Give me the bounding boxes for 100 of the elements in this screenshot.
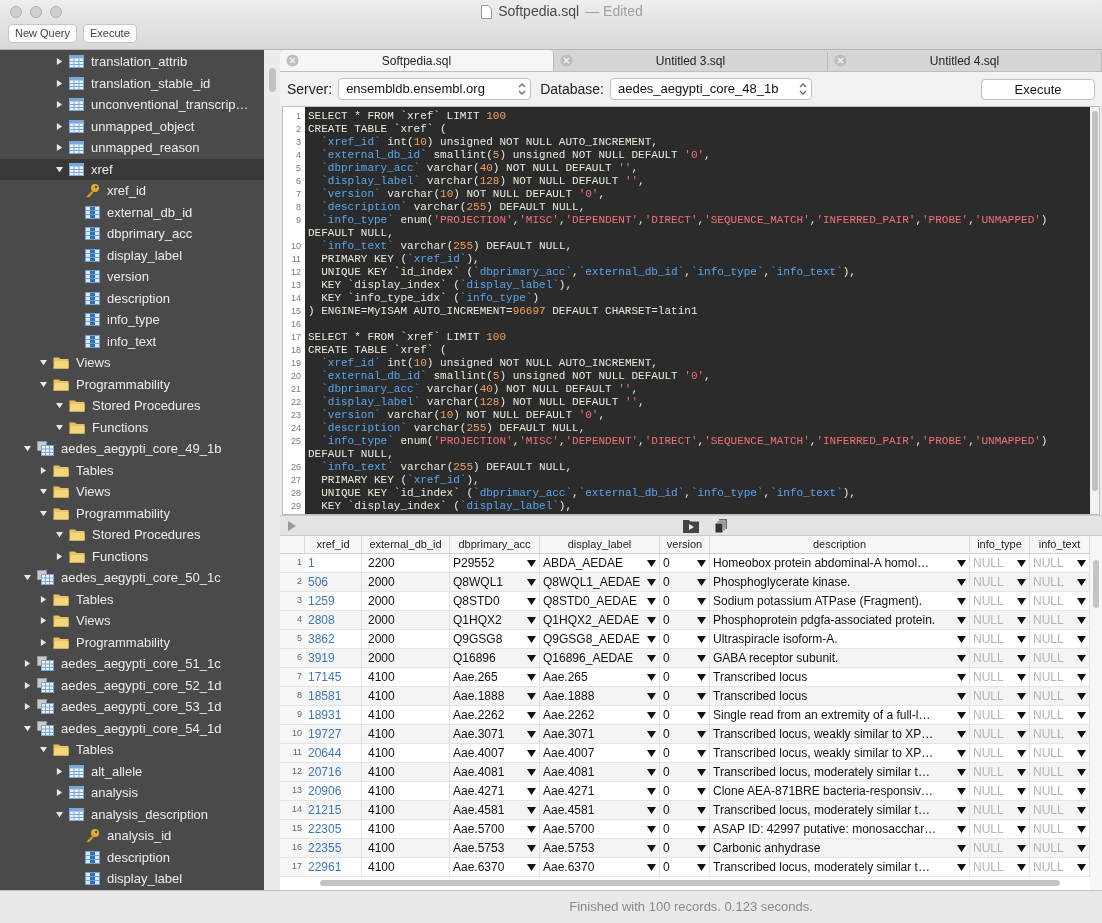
caret-icon[interactable] xyxy=(647,558,656,567)
caret-icon[interactable] xyxy=(1017,672,1026,681)
tree-item[interactable]: Programmability xyxy=(0,631,264,653)
tab[interactable]: Untitled 4.sql xyxy=(828,50,1102,71)
caret-icon[interactable] xyxy=(647,596,656,605)
caret-icon[interactable] xyxy=(1077,691,1086,700)
caret-icon[interactable] xyxy=(957,862,966,871)
tree-item[interactable]: Functions xyxy=(0,416,264,438)
tree-item[interactable]: unconventional_transcrip… xyxy=(0,94,264,116)
caret-icon[interactable] xyxy=(1077,748,1086,757)
column-header[interactable]: version xyxy=(666,536,703,553)
tree-item[interactable]: Tables xyxy=(0,459,264,481)
caret-icon[interactable] xyxy=(527,596,536,605)
tree-item[interactable]: unmapped_object xyxy=(0,115,264,137)
caret-icon[interactable] xyxy=(647,672,656,681)
caret-icon[interactable] xyxy=(1077,710,1086,719)
caret-icon[interactable] xyxy=(527,615,536,624)
copy-icon[interactable] xyxy=(714,517,728,534)
caret-icon[interactable] xyxy=(647,862,656,871)
caret-icon[interactable] xyxy=(697,653,706,662)
tree-item[interactable]: translation_stable_id xyxy=(0,72,264,94)
caret-icon[interactable] xyxy=(1077,843,1086,852)
caret-icon[interactable] xyxy=(1077,596,1086,605)
disclosure-triangle-icon[interactable] xyxy=(40,509,47,517)
caret-icon[interactable] xyxy=(697,748,706,757)
caret-icon[interactable] xyxy=(1077,634,1086,643)
tab[interactable]: Softpedia.sql xyxy=(280,50,554,71)
caret-icon[interactable] xyxy=(697,862,706,871)
tree-item[interactable]: Stored Procedures xyxy=(0,395,264,417)
caret-icon[interactable] xyxy=(527,653,536,662)
caret-icon[interactable] xyxy=(1077,767,1086,776)
disclosure-triangle-icon[interactable] xyxy=(24,574,31,582)
caret-icon[interactable] xyxy=(957,558,966,567)
column-header[interactable]: info_type xyxy=(977,536,1022,553)
caret-icon[interactable] xyxy=(697,672,706,681)
caret-icon[interactable] xyxy=(957,577,966,586)
tree-item[interactable]: version xyxy=(0,266,264,288)
caret-icon[interactable] xyxy=(957,596,966,605)
caret-icon[interactable] xyxy=(647,634,656,643)
caret-icon[interactable] xyxy=(527,729,536,738)
caret-icon[interactable] xyxy=(957,805,966,814)
tree-item[interactable]: analysis xyxy=(0,782,264,804)
caret-icon[interactable] xyxy=(697,805,706,814)
tree-item[interactable]: info_text xyxy=(0,330,264,352)
caret-icon[interactable] xyxy=(1077,558,1086,567)
column-header[interactable]: description xyxy=(812,536,867,553)
caret-icon[interactable] xyxy=(1017,729,1026,738)
disclosure-triangle-icon[interactable] xyxy=(56,402,63,410)
disclosure-triangle-icon[interactable] xyxy=(56,122,63,130)
caret-icon[interactable] xyxy=(647,786,656,795)
tree-item[interactable]: display_label xyxy=(0,868,264,890)
code-editor[interactable] xyxy=(305,107,1090,514)
caret-icon[interactable] xyxy=(1017,596,1026,605)
caret-icon[interactable] xyxy=(647,748,656,757)
caret-icon[interactable] xyxy=(697,710,706,719)
caret-icon[interactable] xyxy=(957,710,966,719)
caret-icon[interactable] xyxy=(647,577,656,586)
tree-item[interactable]: Programmability xyxy=(0,502,264,524)
toolbar-button[interactable]: New Query xyxy=(8,24,78,43)
caret-icon[interactable] xyxy=(647,653,656,662)
caret-icon[interactable] xyxy=(1017,558,1026,567)
column-header[interactable]: external_db_id xyxy=(369,536,442,553)
caret-icon[interactable] xyxy=(697,577,706,586)
caret-icon[interactable] xyxy=(1017,634,1026,643)
caret-icon[interactable] xyxy=(957,634,966,643)
tree-item[interactable]: info_type xyxy=(0,309,264,331)
tree-item[interactable]: aedes_aegypti_core_54_1d xyxy=(0,717,264,739)
caret-icon[interactable] xyxy=(1017,862,1026,871)
disclosure-triangle-icon[interactable] xyxy=(56,144,63,152)
tree-item[interactable]: display_label xyxy=(0,244,264,266)
disclosure-triangle-icon[interactable] xyxy=(56,79,63,87)
caret-icon[interactable] xyxy=(957,824,966,833)
tree-item[interactable]: Tables xyxy=(0,588,264,610)
caret-icon[interactable] xyxy=(957,691,966,700)
tree-item[interactable]: aedes_aegypti_core_53_1d xyxy=(0,696,264,718)
caret-icon[interactable] xyxy=(1077,862,1086,871)
tree-item[interactable]: xref_id xyxy=(0,180,264,202)
caret-icon[interactable] xyxy=(1017,767,1026,776)
disclosure-triangle-icon[interactable] xyxy=(40,359,47,367)
tree-item[interactable]: aedes_aegypti_core_50_1c xyxy=(0,567,264,589)
caret-icon[interactable] xyxy=(647,729,656,738)
run-icon[interactable] xyxy=(682,517,700,534)
column-header[interactable]: display_label xyxy=(567,536,632,553)
caret-icon[interactable] xyxy=(957,615,966,624)
caret-icon[interactable] xyxy=(647,710,656,719)
caret-icon[interactable] xyxy=(1017,691,1026,700)
tree-item[interactable]: aedes_aegypti_core_52_1d xyxy=(0,674,264,696)
disclosure-triangle-icon[interactable] xyxy=(24,681,31,689)
disclosure-triangle-icon[interactable] xyxy=(40,380,47,388)
caret-icon[interactable] xyxy=(1017,805,1026,814)
disclosure-triangle-icon[interactable] xyxy=(24,660,31,668)
caret-icon[interactable] xyxy=(1017,786,1026,795)
tree-item[interactable]: xref xyxy=(0,158,264,180)
tree-item[interactable]: Programmability xyxy=(0,373,264,395)
caret-icon[interactable] xyxy=(957,653,966,662)
disclosure-triangle-icon[interactable] xyxy=(40,746,47,754)
tree-item[interactable]: translation_attrib xyxy=(0,51,264,73)
caret-icon[interactable] xyxy=(1017,577,1026,586)
column-header[interactable]: dbprimary_acc xyxy=(458,536,531,553)
caret-icon[interactable] xyxy=(527,558,536,567)
